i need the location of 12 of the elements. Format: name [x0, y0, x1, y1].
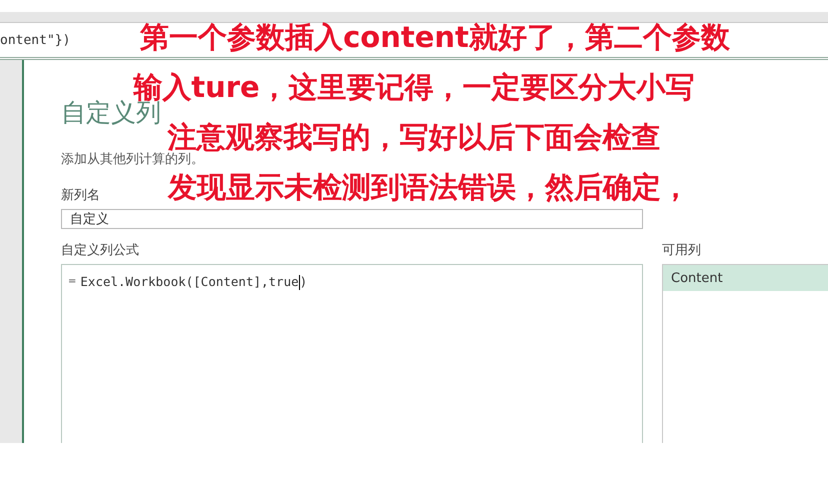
formula-field[interactable]: = Excel.Workbook([Content],true) — [61, 264, 643, 443]
input-field[interactable]: 自定义 — [61, 209, 643, 229]
field-label: 自定义列公式 — [61, 242, 139, 259]
text-cursor — [298, 275, 300, 290]
field-label: 可用列 — [662, 242, 701, 259]
annotation-text: 第一个参数插入content就好了，第二个参数 — [139, 22, 730, 53]
dialog-description: 添加从其他列计算的列。 — [61, 152, 204, 168]
annotation-text: 发现显示未检测到语法错误，然后确定， — [166, 172, 690, 203]
field-label: 新列名 — [61, 187, 100, 204]
formula-bar-text: ontent"}) — [0, 32, 70, 48]
annotation-text: 注意观察我写的，写好以后下面会检查 — [168, 122, 660, 153]
column-item[interactable]: Content — [663, 265, 828, 291]
